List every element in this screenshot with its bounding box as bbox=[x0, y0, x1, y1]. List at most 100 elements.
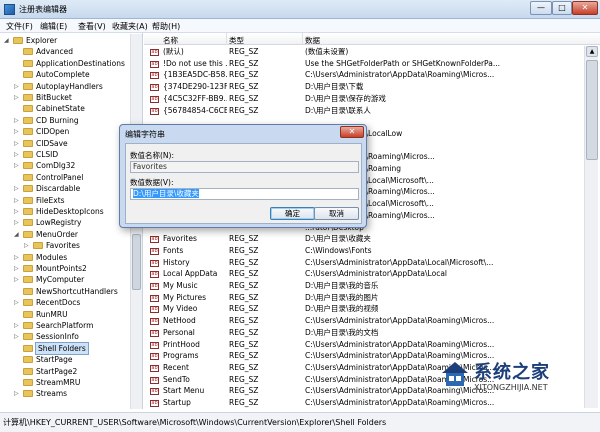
collapsed-arrow-icon[interactable]: ▷ bbox=[14, 160, 22, 171]
cancel-button[interactable]: 取消 bbox=[314, 207, 359, 220]
tree-item[interactable]: ▷ SessionInfo bbox=[0, 331, 142, 342]
value-name-cell: {56784854-C6CB... bbox=[163, 105, 227, 115]
column-header-data[interactable]: 数据 bbox=[305, 35, 320, 46]
column-header-type[interactable]: 类型 bbox=[229, 35, 244, 46]
collapsed-arrow-icon[interactable]: ▷ bbox=[24, 240, 32, 251]
tree-item-label: AutoplayHandlers bbox=[36, 81, 103, 91]
value-row[interactable]: ab {56784854-C6CB...REG_SZ D:\用户目录\联系人 bbox=[144, 105, 584, 117]
value-name-label: 数值名称(N): bbox=[130, 151, 174, 160]
menu-view[interactable]: 查看(V) bbox=[78, 21, 106, 32]
close-button[interactable]: ✕ bbox=[572, 1, 598, 15]
collapsed-arrow-icon[interactable]: ▷ bbox=[14, 331, 22, 342]
value-row[interactable]: ab !Do not use this ... REG_SZ Use the SHGe… bbox=[144, 58, 584, 70]
value-row[interactable]: ab {374DE290-123F...REG_SZ D:\用户目录\下载 bbox=[144, 81, 584, 93]
value-row[interactable]: ab My Pictures REG_SZ D:\用户目录\我的图片 bbox=[144, 292, 584, 304]
value-row[interactable]: ab (默认) REG_SZ (数值未设置) bbox=[144, 46, 584, 58]
value-row[interactable]: ab My Video REG_SZ D:\用户目录\我的视频 bbox=[144, 303, 584, 315]
tree-item[interactable]: StartPage bbox=[0, 354, 142, 365]
value-data-cell: D:\用户目录\收藏夹 bbox=[305, 234, 371, 244]
tree-item[interactable]: Shell Folders bbox=[0, 341, 142, 355]
value-name-cell: PrintHood bbox=[163, 339, 200, 349]
collapsed-arrow-icon[interactable]: ▷ bbox=[14, 195, 22, 206]
string-value-icon: ab bbox=[150, 306, 159, 314]
list-scroll-thumb[interactable] bbox=[586, 60, 598, 160]
menu-edit[interactable]: 编辑(E) bbox=[40, 21, 67, 32]
tree-item[interactable]: ▷ BitBucket bbox=[0, 92, 142, 103]
tree-item-label: BitBucket bbox=[36, 93, 72, 102]
tree-item[interactable]: ▷ Modules bbox=[0, 252, 142, 263]
column-header-name[interactable]: 名称 bbox=[163, 35, 178, 46]
collapsed-arrow-icon[interactable]: ▷ bbox=[14, 149, 22, 160]
collapsed-arrow-icon[interactable]: ▷ bbox=[14, 320, 22, 331]
value-row[interactable]: ab Personal REG_SZ D:\用户目录\我的文档 bbox=[144, 327, 584, 339]
menu-favorites[interactable]: 收藏夹(A) bbox=[112, 21, 148, 32]
value-name-cell: History bbox=[163, 257, 190, 267]
list-scrollbar[interactable]: ▲ bbox=[584, 46, 598, 408]
tree-item[interactable]: ◢ Explorer bbox=[0, 35, 142, 46]
maximize-button[interactable]: □ bbox=[552, 1, 572, 15]
menu-help[interactable]: 帮助(H) bbox=[152, 21, 180, 32]
value-row[interactable]: ab Favorites REG_SZ D:\用户目录\收藏夹 bbox=[144, 233, 584, 245]
folder-icon bbox=[23, 48, 33, 56]
tree-item[interactable]: StartPage2 bbox=[0, 366, 142, 377]
ok-button[interactable]: 确定 bbox=[270, 207, 315, 220]
tree-item[interactable]: ▷ Streams bbox=[0, 388, 142, 399]
tree-item[interactable]: ▷ RecentDocs bbox=[0, 297, 142, 308]
house-logo-icon bbox=[442, 362, 468, 386]
collapsed-arrow-icon[interactable]: ▷ bbox=[14, 263, 22, 274]
expanded-arrow-icon[interactable]: ◢ bbox=[4, 35, 12, 46]
collapsed-arrow-icon[interactable]: ▷ bbox=[14, 297, 22, 308]
tree-item[interactable]: NewShortcutHandlers bbox=[0, 286, 142, 297]
scroll-up-button[interactable]: ▲ bbox=[586, 46, 598, 57]
minimize-button[interactable]: — bbox=[530, 1, 552, 15]
value-row[interactable]: ab {4C5C32FF-BB9... REG_SZ D:\用户目录\保存的游戏 bbox=[144, 93, 584, 105]
tree-item[interactable]: ◢ MenuOrder bbox=[0, 229, 142, 240]
tree-scroll-thumb[interactable] bbox=[132, 234, 141, 290]
collapsed-arrow-icon[interactable]: ▷ bbox=[14, 115, 22, 126]
value-data-selected-text: D:\用户目录\收藏夹 bbox=[133, 189, 199, 198]
tree-item-label: CabinetState bbox=[36, 104, 85, 114]
tree-item[interactable]: ▷ MountPoints2 bbox=[0, 263, 142, 274]
tree-item[interactable]: ▷ Favorites bbox=[0, 240, 142, 251]
collapsed-arrow-icon[interactable]: ▷ bbox=[14, 92, 22, 103]
string-value-icon: ab bbox=[150, 60, 159, 68]
value-row[interactable]: ab PrintHood REG_SZ C:\Users\Administrator\… bbox=[144, 339, 584, 351]
tree-item[interactable]: StreamMRU bbox=[0, 377, 142, 388]
tree-item[interactable]: ▷ SearchPlatform bbox=[0, 320, 142, 331]
tree-item[interactable]: ApplicationDestinations bbox=[0, 58, 142, 69]
collapsed-arrow-icon[interactable]: ▷ bbox=[14, 183, 22, 194]
value-type-cell: REG_SZ bbox=[229, 398, 259, 407]
value-row[interactable]: ab My Music REG_SZ D:\用户目录\我的音乐 bbox=[144, 280, 584, 292]
collapsed-arrow-icon[interactable]: ▷ bbox=[14, 252, 22, 263]
value-name-cell: Recent bbox=[163, 362, 189, 372]
tree-item[interactable]: ▷ MyComputer bbox=[0, 274, 142, 285]
tree-item-label: Explorer bbox=[26, 36, 58, 45]
folder-icon bbox=[23, 356, 33, 364]
collapsed-arrow-icon[interactable]: ▷ bbox=[14, 126, 22, 137]
tree-item[interactable]: AutoComplete bbox=[0, 69, 142, 80]
value-data-cell: C:\Users\Administrator\AppData\Local bbox=[305, 269, 447, 279]
value-row[interactable]: ab History REG_SZ C:\Users\Administrator\Ap… bbox=[144, 257, 584, 269]
collapsed-arrow-icon[interactable]: ▷ bbox=[14, 217, 22, 228]
collapsed-arrow-icon[interactable]: ▷ bbox=[14, 206, 22, 217]
value-type-cell: REG_SZ bbox=[229, 257, 259, 267]
value-row[interactable]: ab NetHood REG_SZ C:\Users\Administrator\Ap… bbox=[144, 315, 584, 327]
tree-item[interactable]: ▷ AutoplayHandlers bbox=[0, 81, 142, 92]
value-row[interactable]: ab Local AppData REG_SZ C:\Users\Administra… bbox=[144, 268, 584, 280]
value-row[interactable]: ab Fonts REG_SZ C:\Windows\Fonts bbox=[144, 245, 584, 257]
folder-icon bbox=[23, 276, 33, 284]
value-data-cell: D:\用户目录\我的文档 bbox=[305, 327, 379, 337]
folder-icon bbox=[23, 59, 33, 67]
collapsed-arrow-icon[interactable]: ▷ bbox=[14, 388, 22, 399]
expanded-arrow-icon[interactable]: ◢ bbox=[14, 229, 22, 240]
collapsed-arrow-icon[interactable]: ▷ bbox=[14, 274, 22, 285]
tree-item[interactable]: RunMRU bbox=[0, 309, 142, 320]
dialog-close-button[interactable]: ✕ bbox=[340, 126, 364, 138]
tree-item[interactable]: CabinetState bbox=[0, 103, 142, 114]
collapsed-arrow-icon[interactable]: ▷ bbox=[14, 81, 22, 92]
tree-item[interactable]: Advanced bbox=[0, 46, 142, 57]
value-data-input[interactable]: D:\用户目录\收藏夹 bbox=[130, 188, 359, 200]
menu-file[interactable]: 文件(F) bbox=[6, 21, 33, 32]
collapsed-arrow-icon[interactable]: ▷ bbox=[14, 138, 22, 149]
value-row[interactable]: ab {1B3EA5DC-B58... REG_SZ C:\Users\Adminis… bbox=[144, 69, 584, 81]
